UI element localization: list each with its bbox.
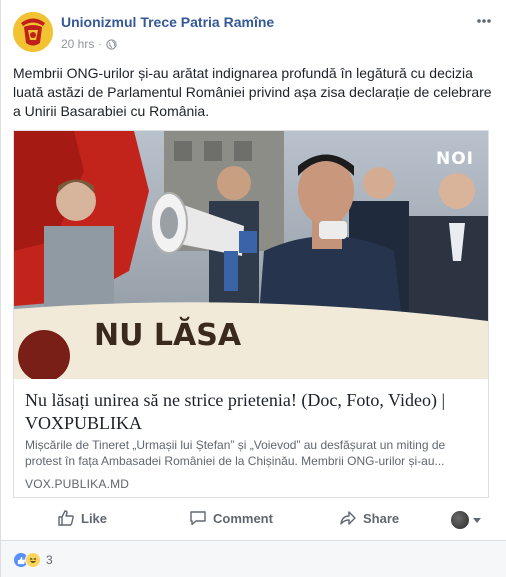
post-timestamp[interactable]: 20 hrs — [61, 37, 94, 51]
thumbs-up-icon — [57, 509, 75, 527]
link-description: Mișcările de Tineret „Urmașii lui Ștefan… — [25, 438, 446, 468]
chevron-down-icon — [473, 517, 481, 523]
post-text: Membrii ONG-urilor și-au arătat indignar… — [13, 65, 492, 119]
like-label: Like — [81, 510, 108, 526]
banner-text: NU LĂSA — [94, 316, 242, 353]
comment-icon — [189, 509, 207, 527]
share-arrow-icon — [339, 509, 357, 527]
page-name-link[interactable]: Unionizmul Trece Patria Ramîne — [61, 14, 274, 30]
link-preview-image[interactable]: NU LĂSA NOI — [14, 131, 488, 379]
viewer-avatar — [451, 511, 469, 529]
reactions-summary[interactable]: 3 — [13, 552, 53, 568]
link-domain: VOX.PUBLIKA.MD — [25, 477, 130, 491]
page-avatar[interactable] — [13, 12, 53, 52]
comment-button[interactable]: Comment — [189, 509, 273, 527]
facebook-post: Unionizmul Trece Patria Ramîne 20 hrs · … — [0, 0, 506, 577]
like-button[interactable]: Like — [57, 509, 107, 527]
post-as-selector[interactable] — [451, 511, 481, 529]
meta-separator: · — [98, 38, 102, 50]
haha-reaction-icon — [25, 552, 41, 568]
post-actions-bar: Like Comment Share — [13, 504, 497, 534]
link-preview-card[interactable]: NU LĂSA NOI Nu lăsați unirea să ne stric… — [13, 130, 489, 498]
comment-label: Comment — [213, 510, 273, 526]
share-label: Share — [363, 510, 400, 526]
more-horizontal-icon[interactable] — [476, 16, 492, 26]
post-meta: 20 hrs · — [61, 37, 117, 51]
globe-icon[interactable] — [106, 38, 117, 50]
reactions-footer: 3 — [1, 541, 506, 577]
reaction-count: 3 — [46, 553, 53, 567]
share-button[interactable]: Share — [339, 509, 399, 527]
noi-logo: NOI — [435, 149, 474, 169]
link-title[interactable]: Nu lăsați unirea să ne strice prietenia!… — [25, 389, 483, 435]
